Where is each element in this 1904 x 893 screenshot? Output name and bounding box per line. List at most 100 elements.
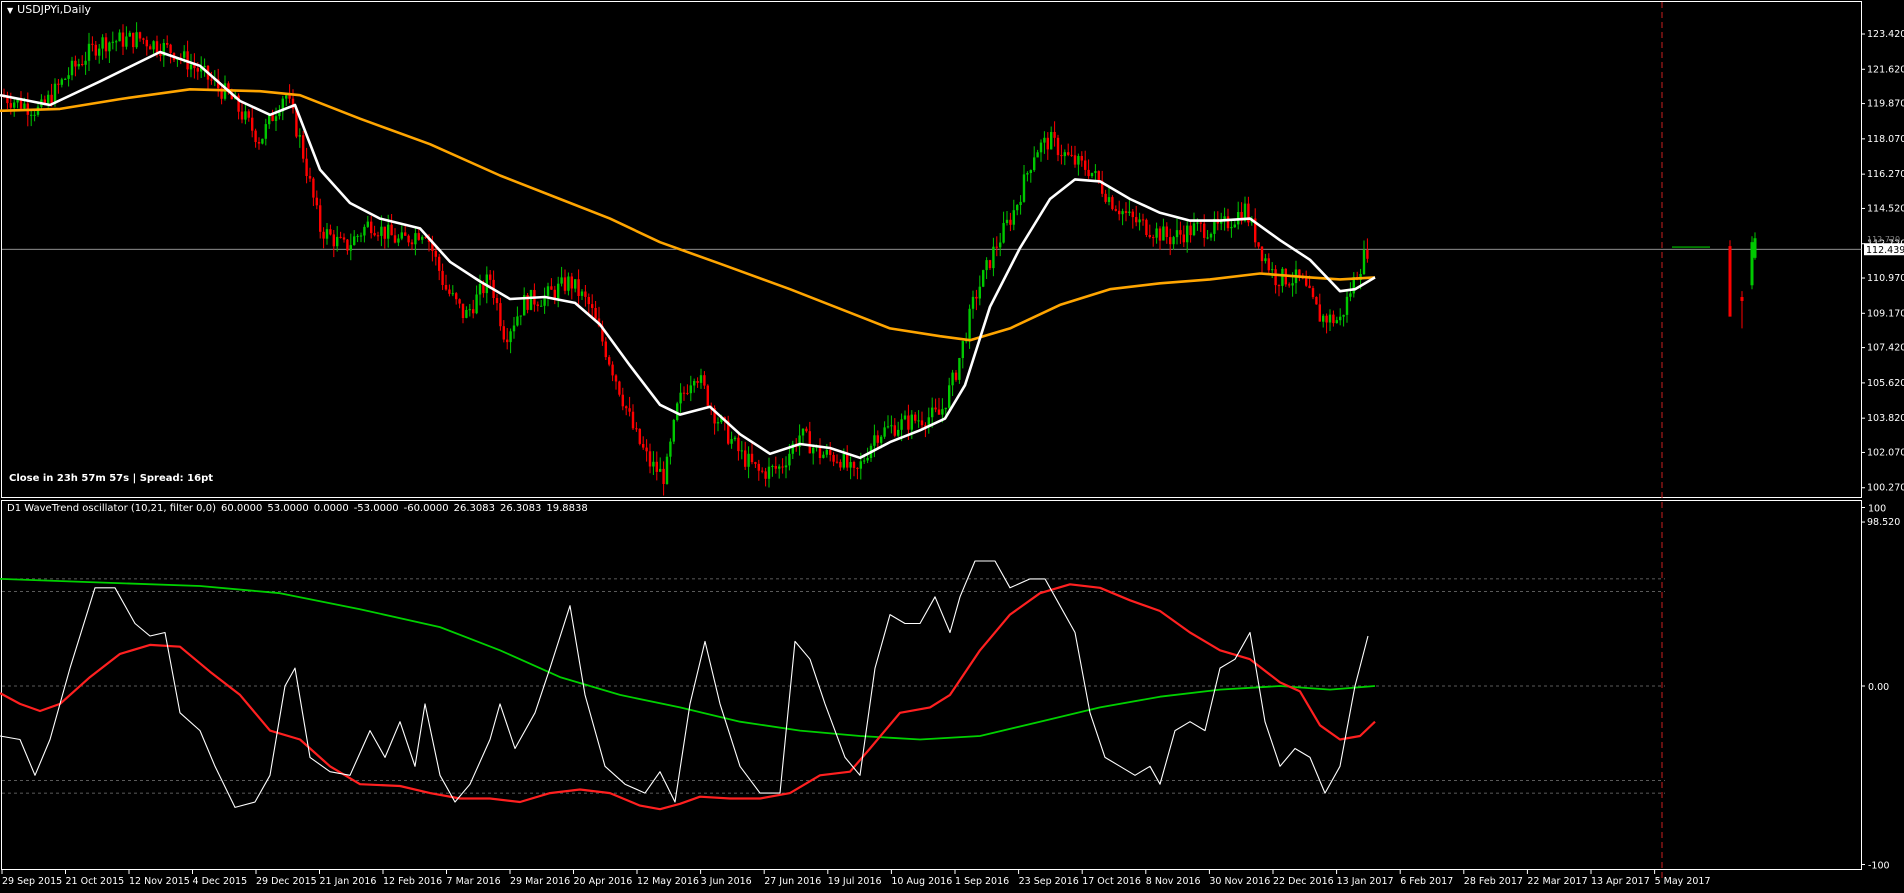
candle-body — [77, 64, 80, 67]
candle-body — [1206, 237, 1209, 239]
candle-body — [339, 236, 342, 238]
candle-body — [540, 305, 543, 307]
candle-body — [1084, 160, 1087, 170]
candle-body — [1022, 174, 1026, 202]
candle-body — [1107, 197, 1111, 202]
candle-body — [866, 458, 869, 461]
candle-body — [1753, 238, 1757, 258]
time-tick-label: 29 Mar 2016 — [510, 876, 570, 887]
candle-body — [1070, 154, 1073, 156]
time-tick-label: 17 Oct 2016 — [1082, 876, 1141, 887]
candle-body — [740, 450, 743, 452]
candle-body — [886, 426, 890, 428]
candle-body — [115, 41, 118, 43]
candle-body — [1199, 222, 1202, 224]
time-tick-label: 29 Sep 2015 — [2, 876, 62, 887]
candle-body — [288, 95, 291, 99]
price-tick-label: 107.420 — [1867, 343, 1904, 354]
candle-body — [648, 451, 652, 467]
candle-body — [941, 409, 944, 415]
candle-body — [655, 461, 658, 472]
price-tick-label: 118.070 — [1867, 134, 1904, 145]
price-tick-label: 114.520 — [1867, 203, 1904, 214]
candle-body — [1203, 223, 1206, 238]
candle-body — [567, 276, 570, 291]
candle-body — [1260, 246, 1264, 262]
time-tick-label: 13 Jan 2017 — [1337, 876, 1394, 887]
trading-chart-window[interactable]: 123.420 121.620 119.870 118.070 116.270 114.5… — [0, 0, 1904, 893]
candle-body — [247, 111, 250, 118]
candle-body — [145, 39, 148, 47]
candle-body — [509, 331, 512, 343]
candle-body — [553, 289, 556, 299]
candle-body — [985, 260, 988, 271]
candle-body — [1016, 205, 1019, 211]
candle-body — [87, 43, 91, 61]
candle-body — [686, 392, 689, 394]
candle-body — [1308, 285, 1311, 289]
price-tick-label: 103.820 — [1867, 413, 1904, 424]
time-tick-label: 12 Feb 2016 — [383, 876, 442, 887]
candle-body — [608, 357, 611, 365]
collapse-triangle-icon[interactable]: ▼ — [7, 6, 13, 15]
candle-body — [914, 414, 917, 421]
candle-body — [825, 449, 828, 455]
candle-body — [536, 304, 539, 306]
candle-body — [604, 341, 607, 358]
candle-body — [631, 411, 635, 429]
candle-body — [438, 256, 441, 271]
price-tick-label: 105.620 — [1867, 378, 1904, 389]
candle-body — [1046, 137, 1049, 150]
candle-body — [196, 68, 199, 72]
price-tick-label: 121.620 — [1867, 64, 1904, 75]
candle-body — [1339, 316, 1342, 321]
candle-body — [407, 235, 410, 243]
candle-body — [1080, 156, 1083, 161]
candle-body — [1740, 297, 1744, 301]
candle-body — [587, 297, 590, 305]
candle-body — [393, 235, 397, 243]
candle-body — [771, 466, 774, 467]
candle-body — [1209, 233, 1213, 238]
candle-body — [873, 435, 876, 446]
candle-body — [444, 285, 448, 290]
candle-body — [988, 260, 992, 269]
candle-body — [937, 409, 941, 415]
candle-body — [557, 283, 560, 299]
osc-tick-label: 100 — [1868, 504, 1886, 515]
candle-body — [468, 309, 471, 311]
chart-title[interactable]: ▼ USDJPYi,Daily — [7, 3, 91, 16]
candle-body — [1345, 296, 1349, 315]
time-tick-label: 10 Aug 2016 — [891, 876, 952, 887]
candle-body — [1152, 237, 1155, 239]
candle-body — [703, 375, 706, 386]
candle-body — [638, 428, 641, 444]
candle-body — [893, 425, 896, 436]
candle-body — [1186, 225, 1189, 243]
candle-body — [774, 466, 777, 469]
price-tick-label: 98.520 — [1867, 517, 1900, 528]
candle-body — [944, 407, 947, 410]
osc-param: 53.0000 — [267, 503, 309, 514]
candle-body — [1019, 201, 1022, 205]
osc-param: 26.3083 — [500, 503, 542, 514]
candle-body — [971, 296, 975, 309]
candle-body — [1165, 226, 1168, 237]
price-tick-label: 102.070 — [1867, 447, 1904, 458]
candle-body — [580, 291, 584, 296]
candle-body — [903, 415, 907, 420]
candle-body — [665, 456, 669, 484]
candle-body — [210, 79, 213, 81]
candle-body — [570, 276, 573, 289]
candle-body — [152, 41, 155, 50]
price-tick-label: 123.420 — [1867, 29, 1904, 40]
osc-param: 0.0000 — [313, 503, 349, 514]
candle-body — [1349, 293, 1352, 297]
candle-body — [155, 41, 159, 53]
candle-body — [1189, 225, 1192, 236]
candle-body — [852, 462, 856, 468]
candle-body — [519, 315, 522, 317]
candle-body — [495, 298, 499, 304]
candle-body — [635, 428, 638, 430]
candle-body — [689, 385, 692, 394]
